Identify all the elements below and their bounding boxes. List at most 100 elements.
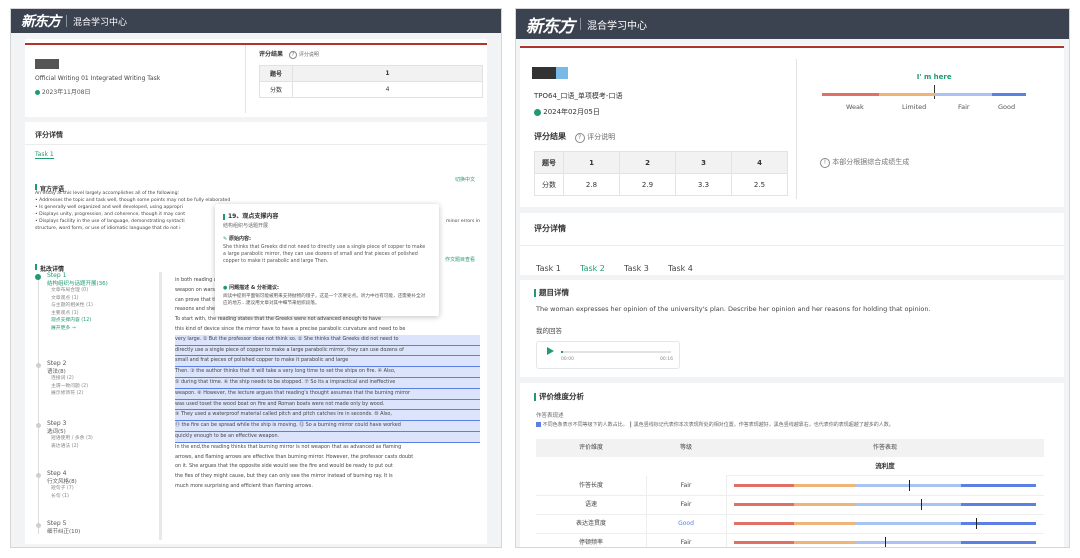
tab-task-1[interactable]: Task 1 bbox=[35, 151, 54, 159]
vertical-separator bbox=[245, 45, 246, 113]
essay-line-highlighted[interactable]: quickly enough to be an effective weapon… bbox=[175, 431, 480, 443]
list-item[interactable]: 连接词 (2) bbox=[51, 375, 88, 383]
essay-line-highlighted[interactable]: Then. ③ the author thinks that it will t… bbox=[175, 367, 480, 378]
list-item[interactable]: 文章布局合理 (0) bbox=[51, 287, 108, 295]
popup-subtitle: 结构组织与话题开展 bbox=[223, 223, 269, 229]
table-cell: 分数 bbox=[534, 173, 564, 196]
step-title: 结构组织与话题开展(36) bbox=[47, 281, 108, 287]
essay-line-highlighted[interactable]: very large. ① But the professor dose not… bbox=[175, 334, 480, 346]
list-item[interactable]: 长句 (1) bbox=[51, 493, 77, 501]
position-marker bbox=[975, 518, 977, 529]
essay-line: arrows, and flaming arrows are effective… bbox=[175, 453, 414, 460]
essay-line-highlighted[interactable]: ⑤ during that time. ⑥ the ship needs to … bbox=[175, 377, 480, 389]
step-label: Step 1 bbox=[47, 272, 67, 279]
divider bbox=[520, 245, 1064, 246]
avatar-tag bbox=[556, 67, 568, 79]
comment-icon: ● bbox=[223, 285, 228, 291]
table-row: 题号 1 bbox=[259, 65, 483, 82]
help-link[interactable]: 评分说明 bbox=[299, 52, 319, 58]
top-bar: 新东方 混合学习中心 bbox=[11, 9, 501, 33]
expand-more-link[interactable]: 展开更多 → bbox=[51, 325, 108, 333]
step-title: 选词(5) bbox=[47, 429, 66, 435]
table-header-cell: 2 bbox=[619, 151, 676, 174]
you-are-here-label: I' m here bbox=[916, 73, 952, 81]
task-date-row: 2023年11月08日 bbox=[35, 87, 90, 96]
essay-line-highlighted[interactable]: directly use a single piece of copper to… bbox=[175, 345, 480, 357]
brand-logo[interactable]: 新东方 bbox=[526, 12, 575, 37]
popup-title: 19、观点支撑内容 bbox=[228, 213, 279, 220]
list-item[interactable]: 主谓一致问题 (2) bbox=[51, 383, 88, 391]
help-icon[interactable]: ? bbox=[288, 51, 297, 59]
help-icon[interactable]: ? bbox=[574, 133, 585, 143]
position-marker bbox=[909, 480, 911, 491]
scale-limited-segment bbox=[878, 93, 936, 96]
list-item[interactable]: 文章观点 (1) bbox=[51, 295, 108, 303]
position-marker bbox=[921, 499, 923, 510]
step-dot-icon bbox=[36, 523, 41, 528]
list-item-active[interactable]: 观点支撑内容 (12) bbox=[51, 317, 108, 325]
list-item[interactable]: 表达语法 (2) bbox=[51, 443, 93, 451]
translate-toggle[interactable]: 切换中文 bbox=[455, 176, 475, 183]
heading-marker bbox=[534, 289, 536, 297]
detail-heading: 评分详情 bbox=[35, 131, 63, 139]
task-summary-card: TPO64_口语_单项模考-口语 2024年02月05日 评分结果 ? 评分说明… bbox=[520, 45, 1064, 207]
essay-line-highlighted[interactable]: ⑨ They used a waterproof material called… bbox=[175, 410, 480, 422]
popup-original-label-row: ✎ 原始内容: bbox=[223, 235, 251, 242]
analysis-heading-row: 评价维度分析 bbox=[534, 391, 584, 402]
comment-line: • Displays facility in the use of langua… bbox=[35, 219, 185, 224]
bar-fair-segment bbox=[854, 484, 961, 487]
score-table: 题号 1 分数 4 bbox=[259, 65, 483, 98]
essay-line: on it. She argues that the opposite side… bbox=[175, 463, 393, 470]
bar-limited-segment bbox=[794, 522, 855, 525]
table-row: 停顿频率 Fair bbox=[536, 533, 1044, 547]
table-cell: 分数 bbox=[259, 81, 293, 98]
play-icon[interactable] bbox=[547, 347, 554, 355]
section-gap bbox=[520, 377, 1064, 383]
steps-scrollbar[interactable] bbox=[159, 272, 162, 540]
step-title: 行文风格(8) bbox=[47, 479, 77, 485]
list-item[interactable]: 主要观点 (1) bbox=[51, 310, 108, 318]
popup-original-text: She thinks that Greeks did not need to d… bbox=[223, 245, 426, 265]
help-link[interactable]: 评分说明 bbox=[587, 133, 615, 141]
scale-label-weak: Weak bbox=[846, 103, 864, 111]
audio-progress-track[interactable] bbox=[561, 351, 671, 353]
essay-line-highlighted[interactable]: was used toset the wood boat on fire and… bbox=[175, 399, 480, 411]
audio-progress-fill bbox=[561, 351, 563, 353]
essay-line-highlighted[interactable]: weapon. ⑧ However, the lecture argues th… bbox=[175, 388, 480, 400]
bar-limited-segment bbox=[794, 541, 855, 544]
list-item[interactable]: 与主题的相关性 (1) bbox=[51, 302, 108, 310]
table-row: 题号 1 2 3 4 bbox=[534, 151, 788, 174]
dimension-name: 语速 bbox=[536, 495, 647, 514]
step-3[interactable]: Step 3 选词(5) 短语使用 / 多余 (3) 表达语法 (2) bbox=[35, 420, 93, 450]
comment-line: • Addresses the topic and task well, tho… bbox=[35, 198, 231, 203]
bar-fair-segment bbox=[854, 541, 961, 544]
step-5[interactable]: Step 5 细节纠正(10) bbox=[35, 520, 80, 535]
step-1[interactable]: Step 1 结构组织与话题开展(36) 文章布局合理 (0) 文章观点 (1)… bbox=[35, 272, 108, 332]
view-essay-prompt-link[interactable]: 作文题目查看 bbox=[445, 256, 475, 263]
step-4[interactable]: Step 4 行文风格(8) 短句子 (7) 长句 (1) bbox=[35, 470, 77, 500]
score-note-row: ! 本部分根据综合成绩生成 bbox=[820, 157, 909, 168]
list-item[interactable]: 展示修饰符 (2) bbox=[51, 390, 88, 398]
bar-good-segment bbox=[960, 503, 1037, 506]
table-header-cell: 3 bbox=[675, 151, 732, 174]
list-item[interactable]: 短语使用 / 多余 (3) bbox=[51, 435, 93, 443]
table-header-cell: 评价维度 bbox=[578, 444, 603, 451]
question-text: The woman expresses her opinion of the u… bbox=[536, 305, 931, 313]
heading-marker bbox=[223, 213, 225, 220]
position-marker bbox=[885, 537, 886, 547]
essay-line-highlighted[interactable]: small and frat pieces of polished copper… bbox=[175, 356, 480, 368]
essay-line: this kind of device since the mirror hav… bbox=[175, 325, 406, 332]
bar-weak-segment bbox=[734, 484, 795, 487]
list-item[interactable]: 短句子 (7) bbox=[51, 485, 77, 493]
scale-bar bbox=[822, 93, 1027, 96]
step-2[interactable]: Step 2 语法(8) 连接词 (2) 主谓一致问题 (2) 展示修饰符 (2… bbox=[35, 360, 88, 398]
bar-limited-segment bbox=[794, 484, 855, 487]
table-cell: 2.9 bbox=[619, 173, 676, 196]
dimension-bar bbox=[734, 518, 1037, 529]
status-dot-icon bbox=[534, 108, 541, 116]
bar-good-segment bbox=[960, 541, 1037, 544]
popup-advice-label: 问题描述 & 分析建议: bbox=[229, 285, 279, 291]
brand-logo[interactable]: 新东方 bbox=[21, 11, 61, 31]
essay-line-highlighted[interactable]: ⑪ the fire can be spread while the ship … bbox=[175, 421, 480, 432]
table-row: 分数 2.8 2.9 3.3 2.5 bbox=[534, 173, 788, 196]
